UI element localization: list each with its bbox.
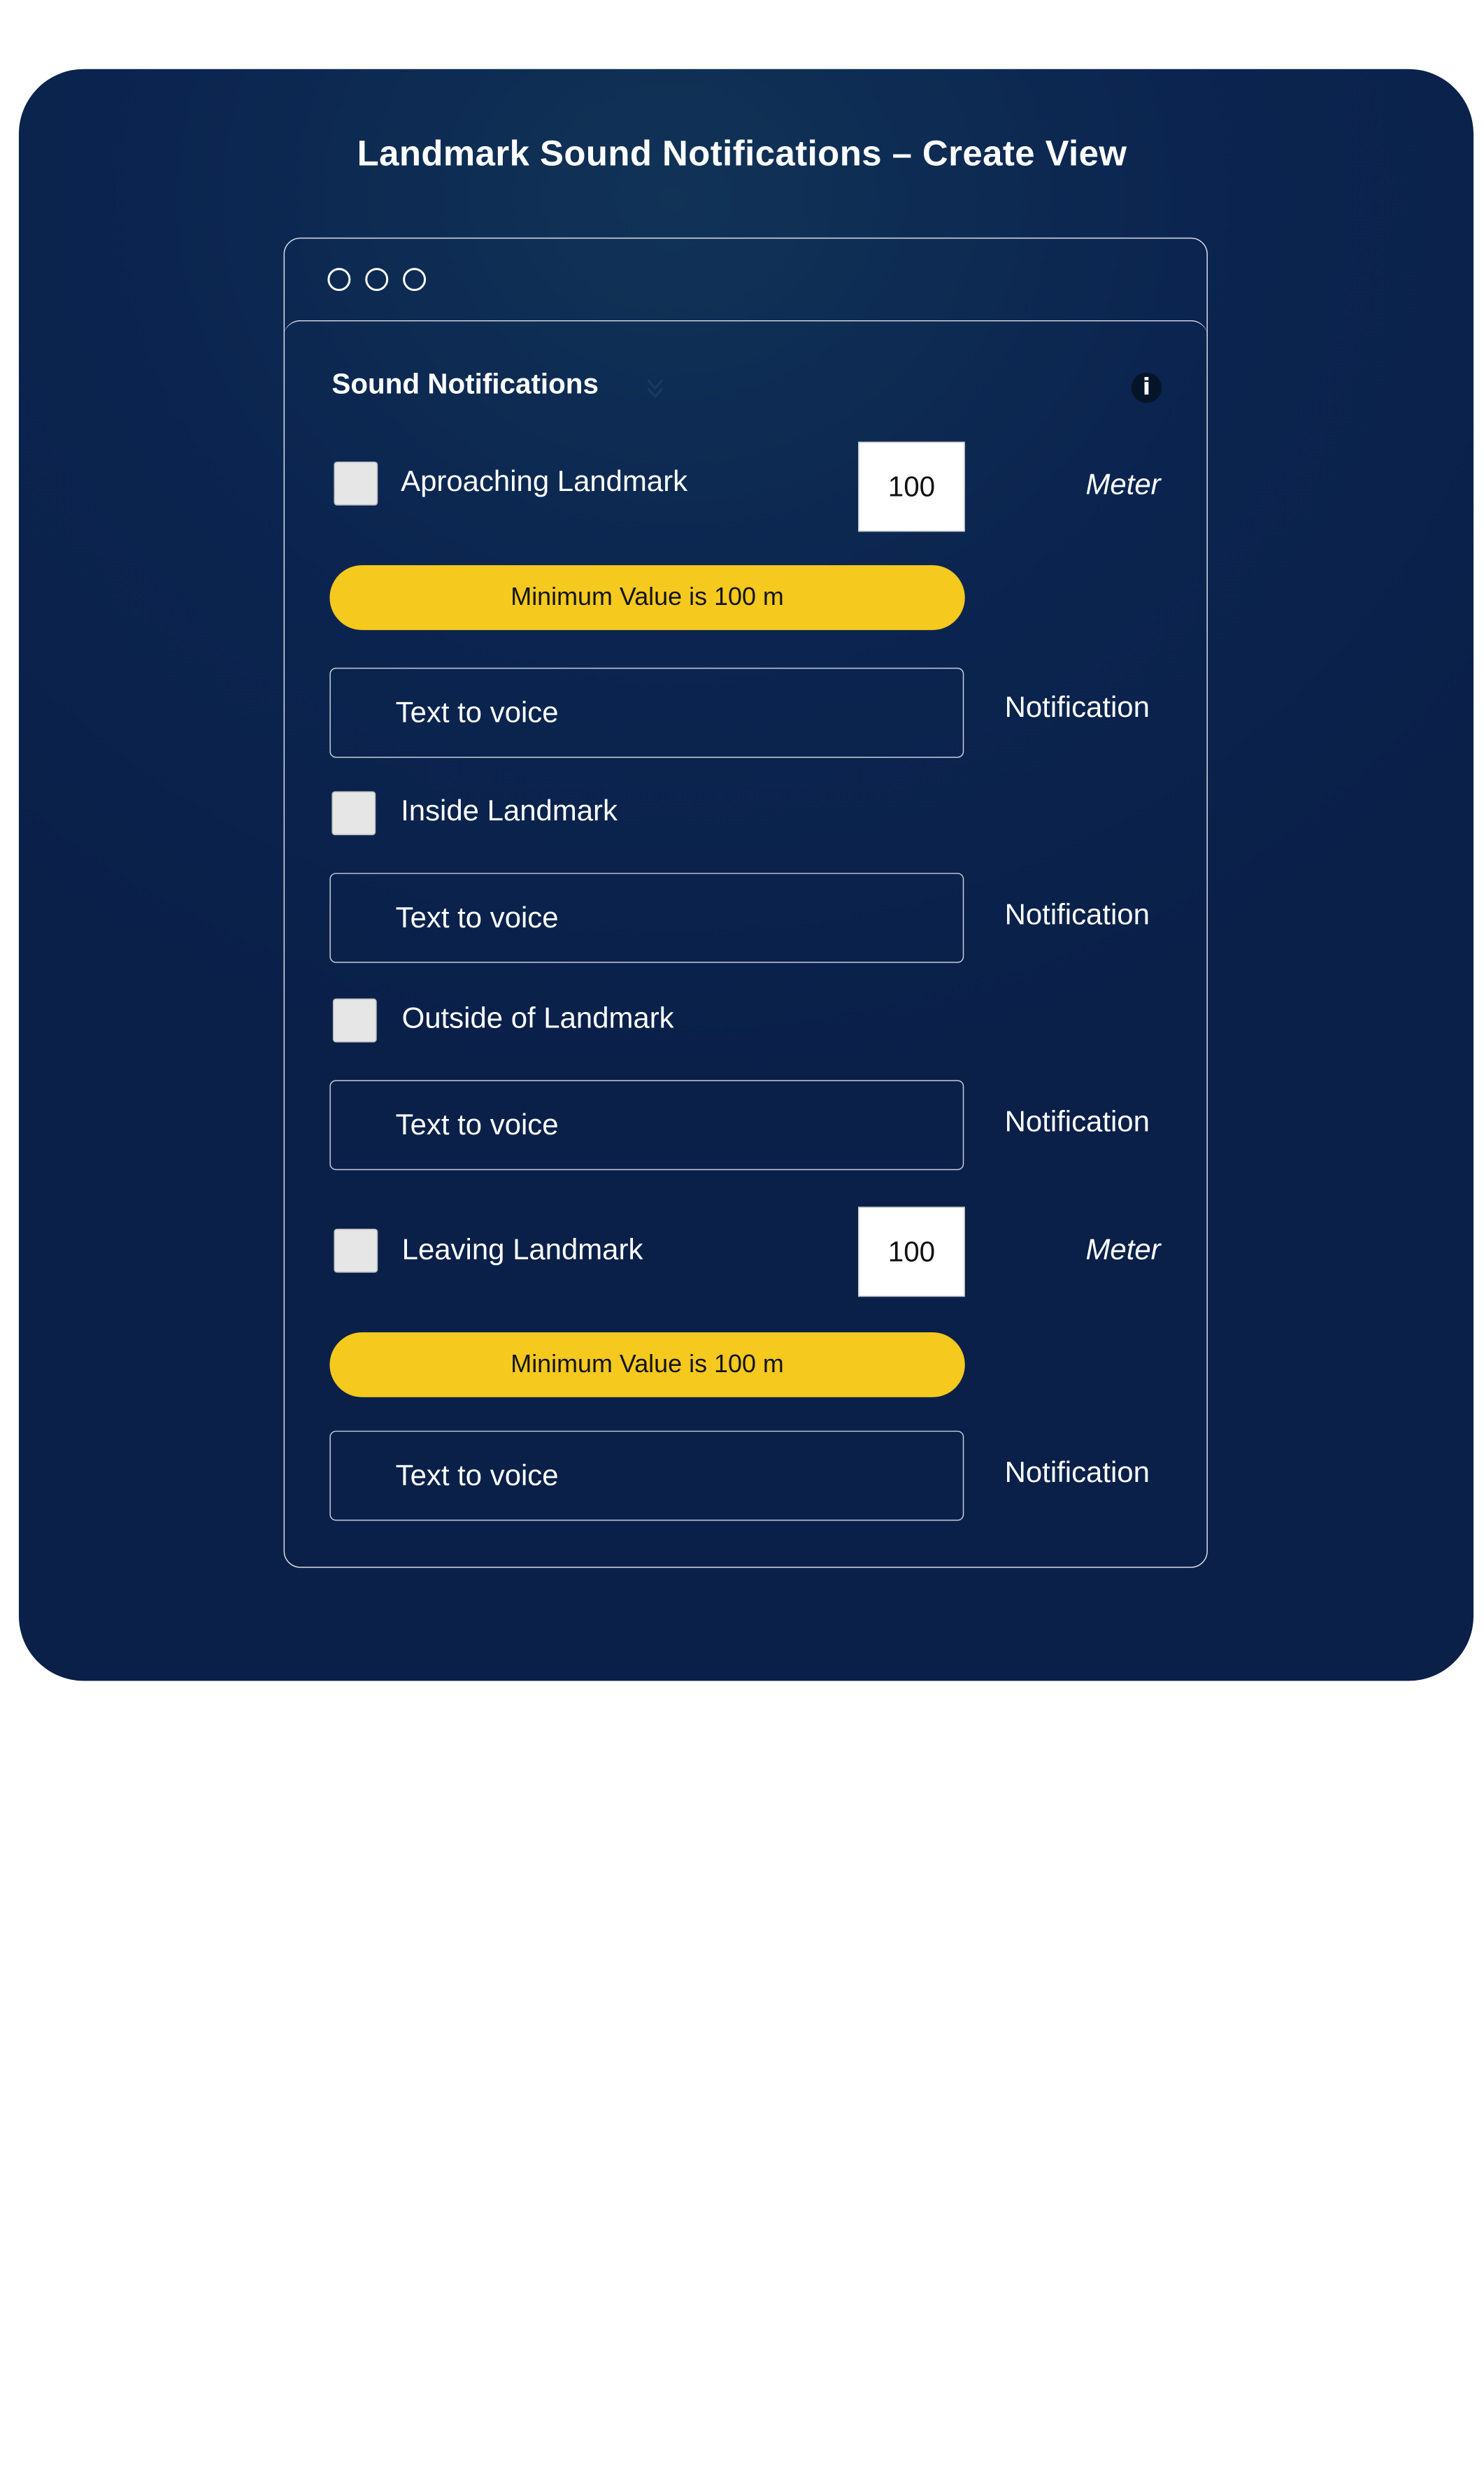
outside-notification-type[interactable]: Notification [1005,1105,1150,1139]
outside-landmark-checkbox[interactable] [332,998,377,1043]
approaching-distance-input[interactable] [858,441,965,532]
approaching-unit-label: Meter [1085,467,1161,501]
outside-landmark-label: Outside of Landmark [401,1002,674,1034]
approaching-landmark-label: Aproaching Landmark [401,464,688,497]
leaving-min-value-warning: Minimum Value is 100 m [329,1332,965,1397]
info-icon[interactable]: i [1131,372,1162,404]
leaving-unit-label: Meter [1085,1232,1161,1266]
section-title: Sound Notifications [331,368,599,400]
chevron-down-icon[interactable] [641,371,669,407]
approaching-notification-type[interactable]: Notification [1005,691,1150,725]
window-dot-icon-3 [403,268,427,292]
approaching-text-to-voice-input[interactable] [329,667,964,758]
leaving-distance-input[interactable] [858,1206,965,1297]
outside-text-to-voice-input[interactable] [329,1080,964,1171]
leaving-landmark-checkbox[interactable] [334,1228,378,1273]
inside-landmark-checkbox[interactable] [331,791,376,836]
leaving-notification-type[interactable]: Notification [1005,1456,1150,1490]
approaching-min-value-warning: Minimum Value is 100 m [329,565,965,630]
window-dot-icon-1 [327,268,351,292]
leaving-landmark-label: Leaving Landmark [401,1232,643,1266]
leaving-text-to-voice-input[interactable] [329,1430,964,1521]
page-title: Landmark Sound Notifications – Create Vi… [357,134,1127,174]
approaching-landmark-checkbox[interactable] [334,461,378,506]
page: Landmark Sound Notifications – Create Vi… [0,0,1484,1681]
inside-notification-type[interactable]: Notification [1005,898,1150,932]
inside-text-to-voice-input[interactable] [329,873,964,963]
window-dot-icon-2 [365,268,389,292]
inside-landmark-label: Inside Landmark [401,794,618,827]
